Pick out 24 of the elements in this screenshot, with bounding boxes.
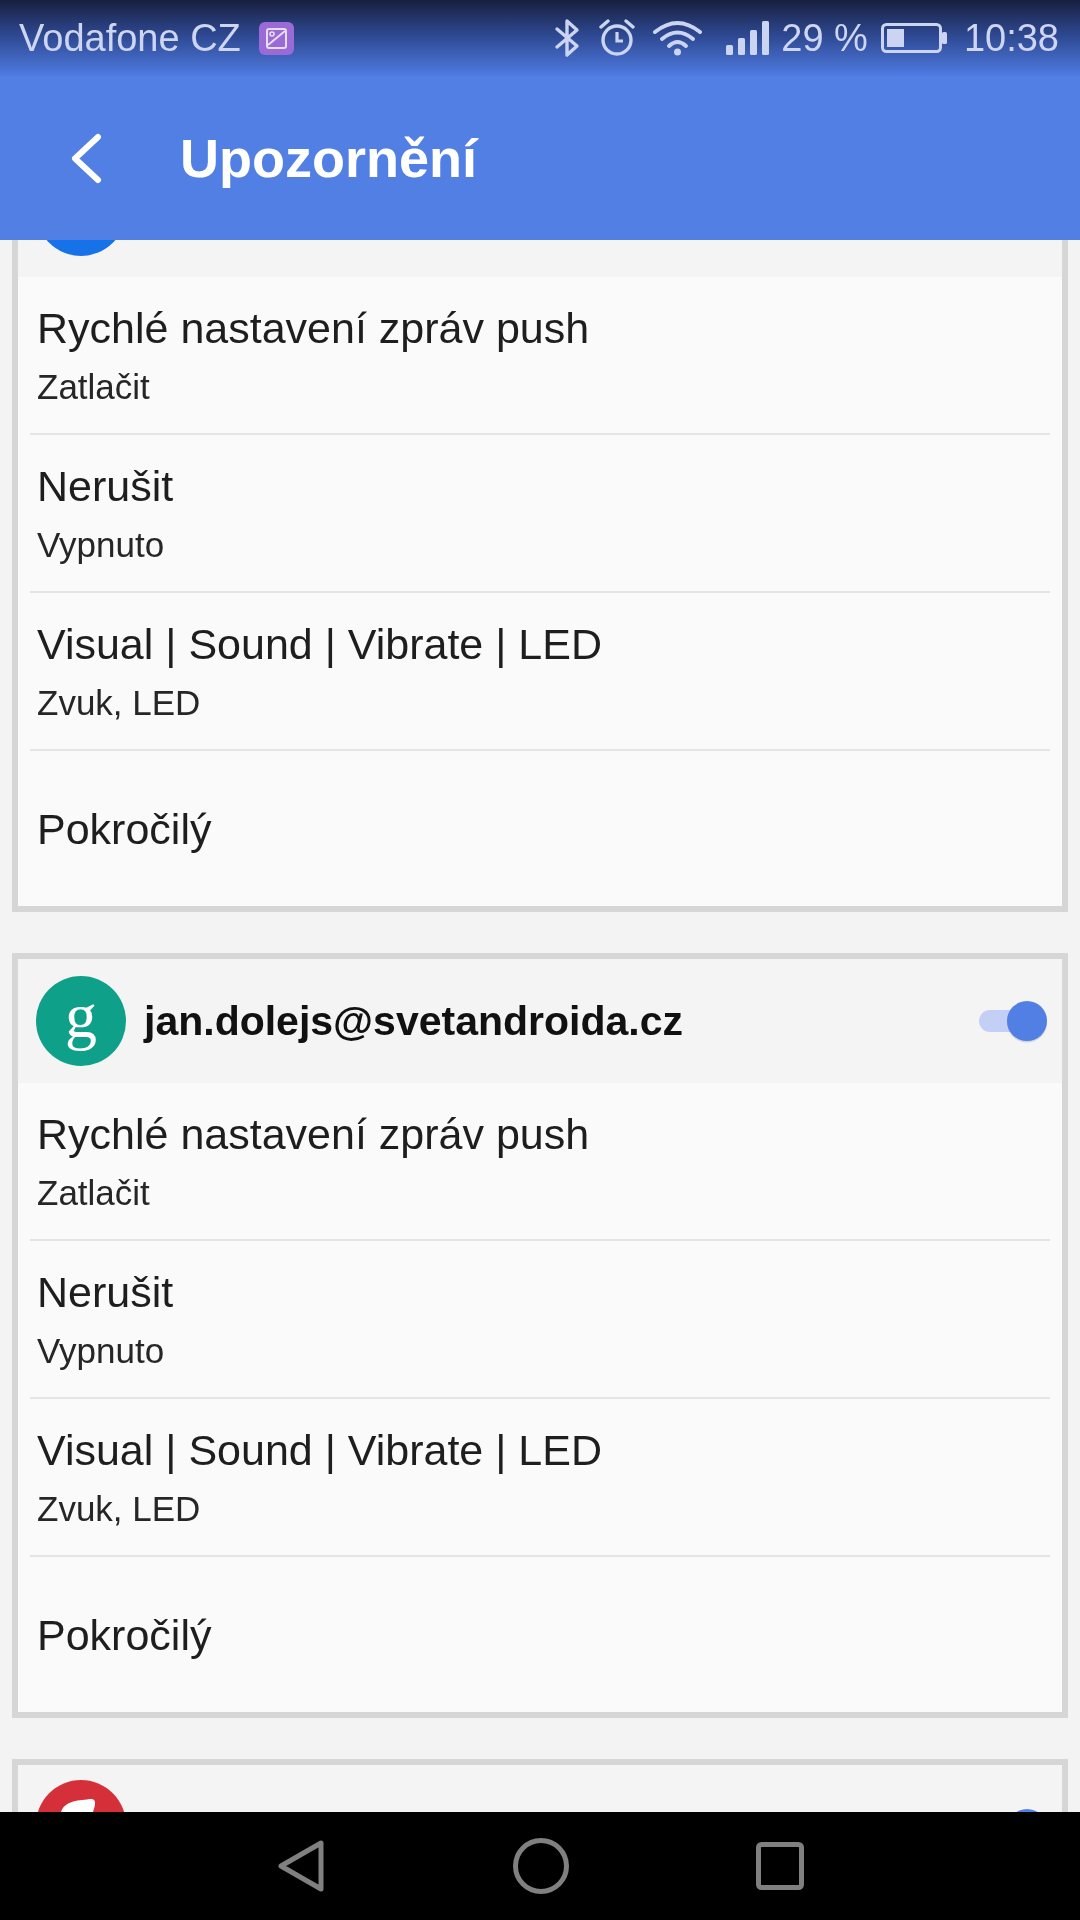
- settings-item[interactable]: Pokročilý: [30, 1557, 1050, 1712]
- toggle-switch[interactable]: [977, 999, 1049, 1043]
- battery-icon: [880, 23, 947, 53]
- carrier-name: Vodafone CZ: [19, 16, 241, 60]
- settings-item[interactable]: Nerušit Vypnuto: [30, 435, 1050, 593]
- wifi-icon: [652, 20, 704, 56]
- settings-item[interactable]: Pokročilý: [30, 751, 1050, 906]
- settings-item[interactable]: Rychlé nastavení zpráv push Zatlačit: [30, 277, 1050, 435]
- image-notification-icon: [258, 21, 294, 55]
- battery-percent: 29 %: [781, 16, 868, 60]
- back-icon[interactable]: [69, 132, 102, 184]
- letter-avatar: g: [36, 976, 126, 1066]
- account-email: jan.dolejs@svetandroida.cz: [144, 997, 683, 1046]
- recents-icon[interactable]: [756, 1842, 804, 1890]
- back-icon[interactable]: [276, 1838, 326, 1894]
- signal-icon: [726, 21, 771, 55]
- screen-title: Upozornění: [180, 127, 477, 190]
- alarm-clock-icon: [599, 19, 636, 57]
- settings-item[interactable]: Visual | Sound | Vibrate | LED Zvuk, LED: [30, 593, 1050, 751]
- settings-item[interactable]: Visual | Sound | Vibrate | LED Zvuk, LED: [30, 1399, 1050, 1557]
- home-icon[interactable]: [513, 1838, 569, 1894]
- settings-item[interactable]: Nerušit Vypnuto: [30, 1241, 1050, 1399]
- settings-item[interactable]: Rychlé nastavení zpráv push Zatlačit: [30, 1083, 1050, 1241]
- clock-time: 10:38: [963, 16, 1059, 60]
